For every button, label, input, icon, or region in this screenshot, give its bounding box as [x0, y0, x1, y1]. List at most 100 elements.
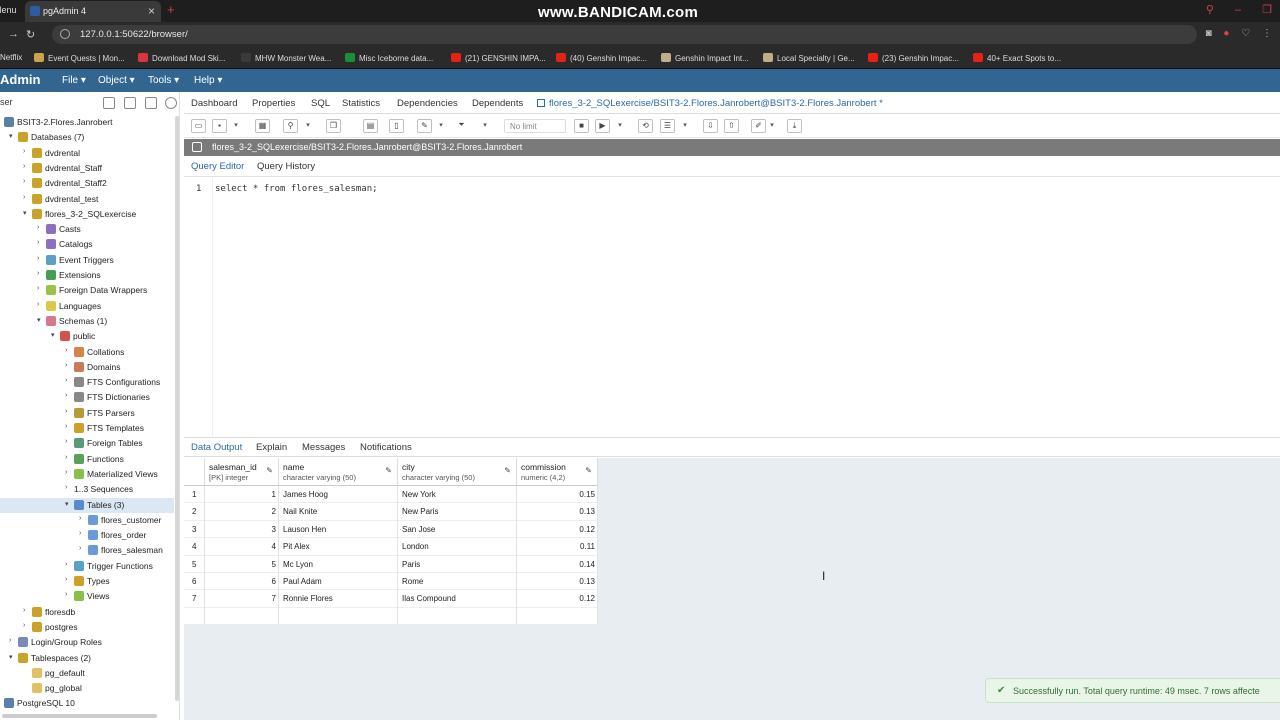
tree-item[interactable]: › Catalogs — [0, 237, 174, 252]
chevron-right-icon[interactable]: › — [23, 607, 31, 614]
clear-icon[interactable]: ✐ — [751, 119, 766, 133]
tree-item[interactable]: › Views — [0, 589, 174, 604]
tab-notifications[interactable]: Notifications — [360, 442, 412, 453]
cell-commission[interactable]: 0.12 — [517, 594, 595, 603]
cell-id[interactable]: 5 — [205, 560, 276, 569]
tab-data-output[interactable]: Data Output — [191, 442, 242, 453]
tree-item[interactable]: › FTS Templates — [0, 421, 174, 436]
tree-item[interactable]: › Trigger Functions — [0, 559, 174, 574]
tab-statistics[interactable]: Statistics — [342, 98, 380, 109]
column-header[interactable]: commission numeric (4,2) ✎ — [517, 458, 598, 486]
tree-item[interactable]: › dvdrental_Staff — [0, 161, 174, 176]
bookmark-item[interactable]: Local Specialty | Ge... — [763, 53, 855, 63]
tree-item[interactable]: › flores_salesman — [0, 543, 174, 558]
execute-dropdown-icon[interactable]: ▾ — [615, 119, 625, 133]
tree-item[interactable]: › Casts — [0, 222, 174, 237]
tree-item[interactable]: › Functions — [0, 452, 174, 467]
browser-tab-pgadmin[interactable]: pgAdmin 4 × — [25, 1, 161, 22]
cell-id[interactable]: 4 — [205, 542, 276, 551]
new-tab-icon[interactable]: + — [167, 2, 175, 17]
bookmark-item[interactable]: Genshin Impact Int... — [661, 53, 749, 63]
explain-dropdown-icon[interactable]: ▾ — [680, 119, 690, 133]
grid-view-icon[interactable] — [124, 97, 136, 109]
chevron-right-icon[interactable]: › — [65, 576, 73, 583]
cell-id[interactable]: 2 — [205, 507, 276, 516]
chevron-right-icon[interactable]: › — [9, 637, 17, 644]
column-header[interactable]: city character varying (50) ✎ — [398, 458, 517, 486]
sql-editor[interactable]: 1 select * from flores_salesman; — [184, 178, 1280, 436]
explain-icon[interactable]: ⟲ — [638, 119, 653, 133]
chevron-right-icon[interactable]: › — [65, 469, 73, 476]
cell-name[interactable]: Pit Alex — [283, 542, 310, 551]
restore-icon[interactable]: ❐ — [1262, 4, 1272, 16]
row-number[interactable]: 7 — [192, 594, 196, 603]
chevron-right-icon[interactable]: › — [79, 515, 87, 522]
chevron-right-icon[interactable]: › — [65, 484, 73, 491]
cell-commission[interactable]: 0.15 — [517, 490, 595, 499]
tab-dependents[interactable]: Dependents — [472, 98, 523, 109]
row-number[interactable]: 5 — [192, 560, 196, 569]
tree-item[interactable]: › 1..3 Sequences — [0, 482, 174, 497]
tree-item[interactable]: › Domains — [0, 360, 174, 375]
tree-item[interactable]: › FTS Parsers — [0, 406, 174, 421]
tree-item[interactable]: › Extensions — [0, 268, 174, 283]
bookmark-item[interactable]: 40+ Exact Spots to... — [973, 53, 1061, 63]
camera-icon[interactable]: ◙ — [1206, 28, 1212, 39]
filter-icon[interactable]: ⏷ — [454, 119, 469, 133]
tab-explain[interactable]: Explain — [256, 442, 287, 453]
chevron-down-icon[interactable]: ▾ — [23, 209, 31, 217]
bookmark-item[interactable]: Misc Iceborne data... — [345, 53, 433, 63]
row-number[interactable]: 6 — [192, 577, 196, 586]
table-row[interactable]: 4 4 Pit Alex London 0.11 — [184, 538, 598, 556]
tree-item[interactable]: pg_default — [0, 666, 174, 681]
chevron-down-icon[interactable]: ▾ — [9, 132, 17, 140]
sql-code-line[interactable]: select * from flores_salesman; — [215, 184, 378, 194]
column-header[interactable]: salesman_id [PK] integer ✎ — [205, 458, 279, 486]
chevron-right-icon[interactable]: › — [65, 454, 73, 461]
cell-city[interactable]: San Jose — [402, 525, 435, 534]
chevron-right-icon[interactable]: › — [37, 270, 45, 277]
chevron-down-icon[interactable]: ▾ — [37, 316, 45, 324]
chevron-right-icon[interactable]: › — [37, 285, 45, 292]
tree-item[interactable]: › Languages — [0, 299, 174, 314]
bookmark-item[interactable]: Netflix — [0, 53, 22, 62]
cell-commission[interactable]: 0.13 — [517, 507, 595, 516]
connection-bar[interactable]: flores_3-2_SQLexercise/BSIT3-2.Flores.Ja… — [184, 139, 1280, 156]
chevron-right-icon[interactable]: › — [37, 224, 45, 231]
tab-sql[interactable]: SQL — [311, 98, 330, 109]
tree-item[interactable]: › flores_customer — [0, 513, 174, 528]
chevron-right-icon[interactable]: › — [23, 622, 31, 629]
cell-commission[interactable]: 0.12 — [517, 525, 595, 534]
cell-name[interactable]: Mc Lyon — [283, 560, 313, 569]
chevron-right-icon[interactable]: › — [23, 163, 31, 170]
explain-analyze-icon[interactable]: ☰ — [660, 119, 675, 133]
row-number[interactable]: 2 — [192, 507, 196, 516]
favorite-icon[interactable]: ♡ — [1241, 28, 1250, 39]
column-header[interactable]: name character varying (50) ✎ — [279, 458, 398, 486]
edit-grid-icon[interactable]: ▦ — [255, 119, 270, 133]
cell-city[interactable]: Rome — [402, 577, 423, 586]
forward-icon[interactable]: → — [8, 28, 19, 40]
tree-item[interactable]: › dvdrental_test — [0, 192, 174, 207]
cell-commission[interactable]: 0.13 — [517, 577, 595, 586]
row-number[interactable]: 4 — [192, 542, 196, 551]
tree-item[interactable]: › FTS Configurations — [0, 375, 174, 390]
chevron-right-icon[interactable]: › — [65, 561, 73, 568]
tree-item[interactable]: › Login/Group Roles — [0, 635, 174, 650]
tree-horizontal-scrollbar[interactable] — [2, 714, 157, 718]
cell-id[interactable]: 1 — [205, 490, 276, 499]
download-csv-icon[interactable]: ⤓ — [787, 119, 802, 133]
tab-messages[interactable]: Messages — [302, 442, 345, 453]
table-row[interactable]: 2 2 Nail Knite New Paris 0.13 — [184, 503, 598, 521]
cell-id[interactable]: 3 — [205, 525, 276, 534]
extension-icon[interactable]: ● — [1223, 28, 1229, 39]
row-number[interactable]: 1 — [192, 490, 196, 499]
menu-help[interactable]: Help ▾ — [194, 75, 222, 86]
close-tab-icon[interactable]: × — [148, 4, 155, 18]
query-tool-icon[interactable] — [103, 97, 115, 109]
bookmark-item[interactable]: (40) Genshin Impac... — [556, 53, 647, 63]
stop-icon[interactable]: ■ — [574, 119, 589, 133]
cell-city[interactable]: New Paris — [402, 507, 438, 516]
tree-item[interactable]: ▾ flores_3-2_SQLexercise — [0, 207, 174, 222]
save-file-icon[interactable]: ▪ — [212, 119, 227, 133]
